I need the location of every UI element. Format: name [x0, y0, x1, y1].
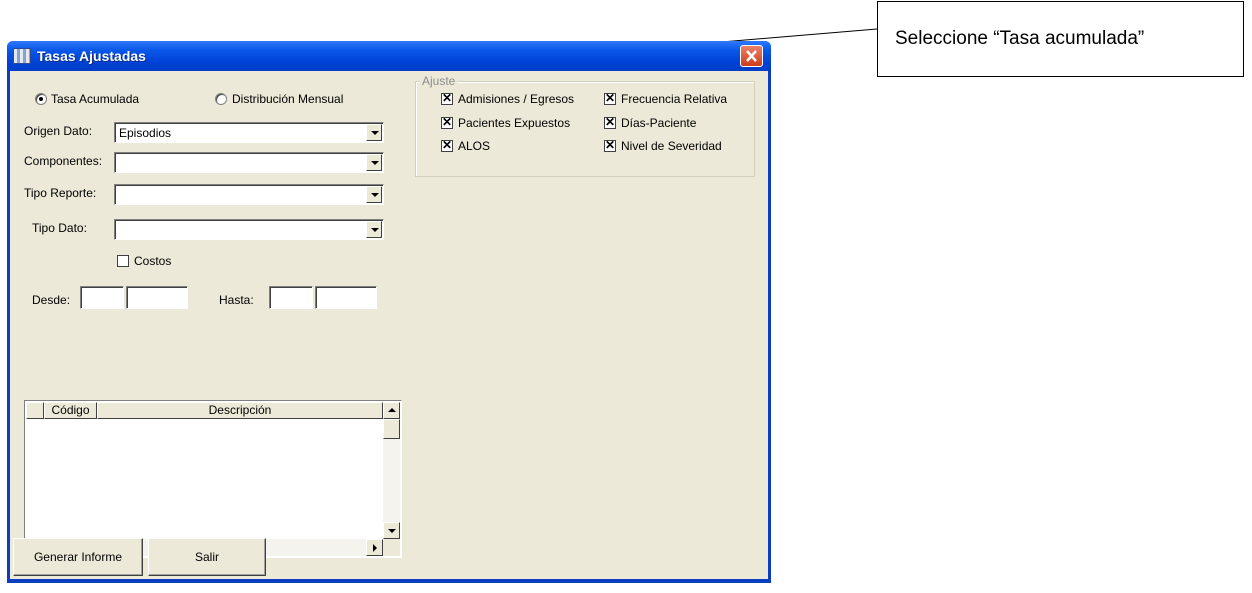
pacientes-expuestos-checkbox[interactable] — [441, 115, 453, 129]
admisiones-egresos-label[interactable]: Admisiones / Egresos — [458, 92, 574, 106]
radio-distribucion-mensual[interactable] — [215, 93, 227, 105]
alos-label[interactable]: ALOS — [458, 139, 490, 153]
tipo-dato-select[interactable] — [114, 219, 384, 240]
scroll-down-icon[interactable] — [383, 522, 400, 539]
hasta-month-input[interactable] — [269, 286, 313, 309]
close-icon — [746, 50, 757, 62]
componentes-select[interactable] — [114, 152, 384, 173]
scroll-up-icon[interactable] — [383, 402, 400, 419]
chevron-down-icon[interactable] — [366, 221, 382, 238]
tipo-reporte-select[interactable] — [114, 184, 384, 205]
componentes-label: Componentes: — [24, 154, 103, 168]
tipo-reporte-label: Tipo Reporte: — [24, 186, 97, 200]
grid-column-header-descripcion[interactable]: Descripción — [97, 402, 383, 419]
generar-informe-button[interactable]: Generar Informe — [13, 538, 143, 576]
vertical-scroll-thumb[interactable] — [383, 419, 400, 439]
dialog-body: Tasa Acumulada Distribución Mensual Orig… — [10, 71, 768, 579]
grid-column-header-codigo[interactable]: Código — [44, 402, 97, 419]
radio-distribucion-mensual-label[interactable]: Distribución Mensual — [232, 92, 343, 106]
grid-row-header-corner — [26, 402, 44, 419]
frecuencia-relativa-label[interactable]: Frecuencia Relativa — [621, 92, 727, 106]
desde-year-input[interactable] — [126, 286, 188, 309]
title-bar[interactable]: Tasas Ajustadas — [7, 41, 771, 71]
desde-label: Desde: — [32, 293, 71, 307]
scrollbar-corner — [383, 539, 400, 556]
nivel-severidad-checkbox[interactable] — [604, 138, 616, 152]
frecuencia-relativa-checkbox[interactable] — [604, 91, 616, 105]
chevron-down-icon[interactable] — [366, 154, 382, 171]
hasta-label: Hasta: — [219, 293, 254, 307]
costos-label[interactable]: Costos — [134, 254, 171, 268]
radio-tasa-acumulada[interactable] — [35, 93, 47, 105]
origen-dato-select[interactable]: Episodios — [114, 122, 384, 143]
grid-vertical-scrollbar[interactable] — [383, 402, 400, 539]
tasas-ajustadas-window: Tasas Ajustadas Tasa Acumulada Distribuc… — [7, 41, 771, 583]
pacientes-expuestos-label[interactable]: Pacientes Expuestos — [458, 116, 570, 130]
alos-checkbox[interactable] — [441, 138, 453, 152]
admisiones-egresos-checkbox[interactable] — [441, 91, 453, 105]
app-grid-icon — [13, 48, 31, 64]
scroll-right-icon[interactable] — [366, 539, 383, 556]
costos-checkbox[interactable] — [117, 255, 129, 267]
chevron-down-icon[interactable] — [366, 124, 382, 141]
salir-button[interactable]: Salir — [148, 538, 266, 576]
origen-dato-label: Origen Dato: — [24, 124, 93, 138]
radio-tasa-acumulada-label[interactable]: Tasa Acumulada — [51, 92, 139, 106]
codigo-descripcion-grid[interactable]: Código Descripción — [24, 400, 402, 558]
window-title: Tasas Ajustadas — [37, 48, 146, 64]
desde-month-input[interactable] — [80, 286, 124, 309]
chevron-down-icon[interactable] — [366, 186, 382, 203]
dias-paciente-checkbox[interactable] — [604, 115, 616, 129]
hasta-year-input[interactable] — [315, 286, 377, 309]
origen-dato-value: Episodios — [119, 126, 172, 140]
nivel-severidad-label[interactable]: Nivel de Severidad — [621, 139, 722, 153]
dias-paciente-label[interactable]: Días-Paciente — [621, 116, 696, 130]
tipo-dato-label: Tipo Dato: — [32, 221, 87, 235]
close-button[interactable] — [740, 45, 763, 67]
ajuste-legend: Ajuste — [420, 74, 458, 88]
